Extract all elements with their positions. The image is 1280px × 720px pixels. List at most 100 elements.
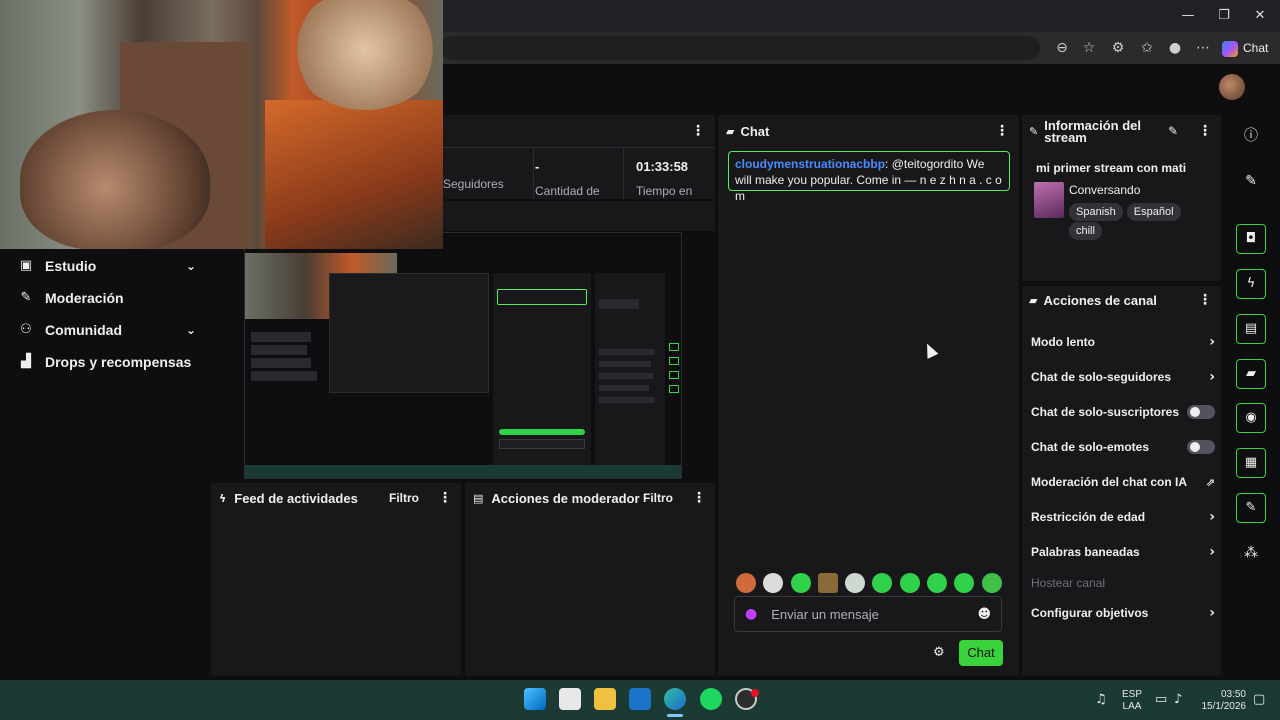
stream-preview-header (443, 201, 715, 231)
chat-username[interactable]: cloudymenstruationacbbp (735, 157, 885, 171)
copilot-icon (1222, 40, 1238, 57)
chat-menu-icon[interactable]: ⋮ (995, 123, 1009, 139)
microphone-icon[interactable]: ♫ (1095, 692, 1107, 707)
input-language[interactable]: ESP LAA (1122, 689, 1142, 713)
info-icon[interactable]: ⓘ (1236, 121, 1266, 151)
emote-icon[interactable] (818, 573, 838, 593)
stat-uptime: 01:33:58 Tiempo en (636, 159, 714, 198)
chat-send-button[interactable]: Chat (959, 640, 1003, 666)
emote-icon[interactable] (791, 573, 811, 593)
activity-feed-title: Feed de actividades (234, 491, 358, 506)
emote-icon[interactable] (872, 573, 892, 593)
stream-title: mi primer stream con mati (1036, 161, 1187, 175)
divider (623, 147, 624, 199)
preview-rail (667, 273, 681, 465)
webcam-person (265, 100, 443, 249)
spotify-icon[interactable] (700, 688, 722, 710)
action-slow-mode[interactable]: Modo lento › (1031, 332, 1215, 352)
document-icon[interactable]: ▤ (1236, 314, 1266, 344)
action-subscribers-only: Chat de solo-suscriptores (1031, 402, 1215, 422)
external-link-icon: ⇗ (1205, 475, 1215, 489)
close-window-button[interactable]: ✕ (1250, 6, 1270, 26)
emote-icon[interactable] (736, 573, 756, 593)
tag[interactable]: chill (1069, 222, 1102, 240)
broadcast-icon[interactable]: ◉ (1236, 403, 1266, 433)
address-bar[interactable] (440, 36, 1040, 60)
emotes-only-toggle[interactable] (1187, 440, 1215, 454)
channel-actions-header: ▰ Acciones de canal (1029, 293, 1157, 308)
stat-value: - (535, 159, 540, 174)
add-action-icon[interactable]: ⁂ (1236, 538, 1266, 568)
user-avatar[interactable] (1219, 74, 1245, 100)
stream-info-menu-icon[interactable]: ⋮ (1198, 123, 1212, 139)
clock[interactable]: 03:50 15/1/2026 (1198, 689, 1247, 713)
profile-icon[interactable]: ● (1165, 38, 1185, 58)
emote-icon[interactable] (763, 573, 783, 593)
chat-panel (718, 115, 1019, 676)
action-followers-only[interactable]: Chat de solo-seguidores › (1031, 367, 1215, 387)
notifications-icon[interactable]: ▢ (1253, 692, 1265, 707)
extensions-icon[interactable]: ⚙ (1108, 38, 1128, 58)
mod-actions-menu-icon[interactable]: ⋮ (692, 490, 706, 506)
chat-input[interactable]: ● Enviar un mensaje ☻ (734, 596, 1002, 632)
action-age-restriction[interactable]: Restricción de edad › (1031, 507, 1215, 527)
sidebar-item-estudio[interactable]: ▣ Estudio ⌄ (18, 250, 196, 282)
lightning-icon[interactable]: ϟ (1236, 269, 1266, 299)
edge-browser-icon[interactable] (664, 688, 686, 710)
stream-info-title: Información del stream (1044, 118, 1142, 145)
network-icon[interactable]: ▭ (1155, 692, 1167, 707)
copilot-label: Chat (1243, 41, 1269, 55)
microphone-icon[interactable]: ● (745, 606, 757, 622)
copilot-chat-button[interactable]: Chat (1222, 37, 1274, 59)
tag[interactable]: Español (1126, 203, 1181, 221)
edit-pencil-icon[interactable]: ✎ (1168, 124, 1178, 138)
sidebar-item-drops[interactable]: ▟ Drops y recompensas (18, 346, 196, 378)
action-configure-goals[interactable]: Configurar objetivos › (1031, 603, 1215, 623)
clock-date: 15/1/2026 (1201, 701, 1247, 712)
emote-icon[interactable] (845, 573, 865, 593)
subscribers-only-toggle[interactable] (1187, 405, 1215, 419)
emote-icon[interactable] (982, 573, 1002, 593)
favorite-star-icon[interactable]: ☆ (1079, 38, 1099, 58)
layout-icon[interactable]: ▦ (1236, 448, 1266, 478)
mod-actions-filter-button[interactable]: Filtro (643, 491, 673, 505)
chat-input-placeholder: Enviar un mensaje (771, 606, 879, 622)
clip-icon[interactable]: ◘ (1236, 224, 1266, 254)
action-label: Chat de solo-suscriptores (1031, 405, 1180, 419)
edit-pencil-icon[interactable]: ✎ (1236, 166, 1266, 196)
more-menu-icon[interactable]: ⋯ (1193, 38, 1213, 58)
favorites-icon[interactable]: ✩ (1137, 38, 1157, 58)
emoji-picker-icon[interactable]: ☻ (977, 607, 991, 622)
studio-icon: ▣ (19, 258, 33, 273)
tag[interactable]: Spanish (1069, 203, 1123, 221)
action-ai-moderation[interactable]: Moderación del chat con IA ⇗ (1031, 472, 1215, 492)
mail-icon[interactable] (629, 688, 651, 710)
stream-tags: Spanish Español chill (1069, 202, 1219, 240)
store-icon[interactable] (559, 688, 581, 710)
action-banned-words[interactable]: Palabras baneadas › (1031, 542, 1215, 562)
volume-icon[interactable]: ♪ (1174, 692, 1182, 707)
minimize-button[interactable]: — (1178, 6, 1198, 26)
file-explorer-icon[interactable] (594, 688, 616, 710)
wrench-icon[interactable]: ✎ (1236, 493, 1266, 523)
action-label: Configurar objetivos (1031, 606, 1149, 620)
action-host-channel: Hostear canal (1031, 573, 1215, 593)
start-icon[interactable] (524, 688, 546, 710)
maximize-button[interactable]: ❐ (1214, 6, 1234, 26)
reader-icon[interactable]: ⊖ (1052, 38, 1072, 58)
language-code: ESP (1122, 689, 1143, 700)
emote-icon[interactable] (954, 573, 974, 593)
sidebar-item-label: Moderación (45, 290, 124, 306)
activity-feed-menu-icon[interactable]: ⋮ (438, 490, 452, 506)
stream-info-header: ✎ Información del stream (1029, 118, 1157, 145)
chat-settings-icon[interactable]: ⚙ (933, 645, 945, 660)
sidebar-item-moderacion[interactable]: ✎ Moderación (18, 282, 196, 314)
sidebar-item-comunidad[interactable]: ⚇ Comunidad ⌄ (18, 314, 196, 346)
activity-feed-filter-button[interactable]: Filtro (389, 491, 419, 505)
emote-icon[interactable] (927, 573, 947, 593)
chat-bubble-icon[interactable]: ▰ (1236, 359, 1266, 389)
emote-icon[interactable] (900, 573, 920, 593)
stats-menu-icon[interactable]: ⋮ (691, 123, 705, 139)
stream-preview[interactable] (244, 232, 682, 479)
channel-actions-menu-icon[interactable]: ⋮ (1198, 292, 1212, 308)
